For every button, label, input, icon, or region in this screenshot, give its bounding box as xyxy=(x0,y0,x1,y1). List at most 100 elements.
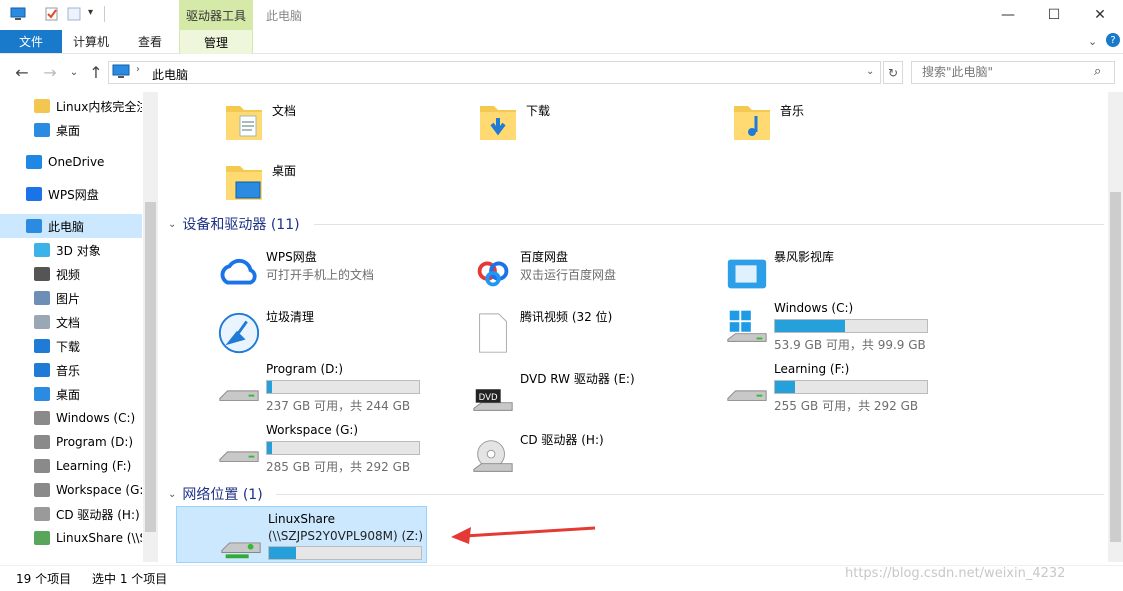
drive-tile[interactable]: Learning (F:) 255 GB 可用，共 292 GB xyxy=(724,360,974,416)
cleanup-broom-icon xyxy=(218,312,260,354)
folder-tile[interactable]: 音乐 xyxy=(730,100,980,156)
usage-bar-fill xyxy=(775,381,795,393)
divider xyxy=(104,6,105,22)
drive-icon xyxy=(34,435,50,449)
sidebar-item-label: Program (D:) xyxy=(56,435,134,449)
dvd-drive-icon: DVD xyxy=(473,389,513,411)
drive-subtitle: 285 GB 可用，共 292 GB xyxy=(266,460,411,474)
tab-computer[interactable]: 计算机 xyxy=(62,30,120,53)
tab-manage[interactable]: 管理 xyxy=(179,30,253,54)
navigation-pane[interactable]: Linux内核完全注桌面 OneDrive WPS网盘此电脑 3D 对象 视频 图片 文档下… xyxy=(0,92,158,562)
forward-button[interactable]: → xyxy=(40,62,60,82)
sidebar-item[interactable]: 图片 xyxy=(0,286,142,310)
folder-tile[interactable]: 文档 xyxy=(222,100,472,156)
usage-bar xyxy=(774,319,928,333)
drive-tile[interactable]: Program (D:) 237 GB 可用，共 244 GB xyxy=(216,360,466,416)
folder-icon xyxy=(34,99,50,113)
sidebar-item[interactable]: 音乐 xyxy=(0,358,142,382)
search-input[interactable]: 搜索"此电脑" xyxy=(911,61,1115,84)
sidebar-item[interactable]: Program (D:) xyxy=(0,430,142,454)
network-header-label: 网络位置 (1) xyxy=(182,487,263,503)
tab-file[interactable]: 文件 xyxy=(0,30,62,53)
sidebar-item[interactable]: Linux内核完全注 xyxy=(0,94,142,118)
close-button[interactable]: ✕ xyxy=(1077,0,1123,30)
sidebar-item[interactable]: 此电脑 xyxy=(0,214,142,238)
cd-drive-icon xyxy=(473,440,513,472)
devices-header-label: 设备和驱动器 (11) xyxy=(182,217,300,233)
sidebar-item[interactable]: 桌面 xyxy=(0,118,142,142)
content-scrollbar[interactable] xyxy=(1108,92,1123,562)
drive-tile[interactable]: CD 驱动器 (H:) xyxy=(470,429,720,485)
up-button[interactable]: ↑ xyxy=(86,62,106,82)
usage-bar-fill xyxy=(267,381,272,393)
recent-locations-icon[interactable]: ⌄ xyxy=(64,62,84,82)
network-group-header[interactable]: ⌄ 网络位置 (1) xyxy=(168,484,263,504)
annotation-arrow-icon xyxy=(451,526,596,544)
drive-tile[interactable]: WPS网盘 可打开手机上的文档 xyxy=(216,246,466,302)
sidebar-item[interactable]: 文档 xyxy=(0,310,142,334)
address-bar[interactable] xyxy=(108,61,881,84)
ribbon-expand-icon[interactable]: ⌄ xyxy=(1088,35,1097,48)
drive-tile[interactable]: 暴风影视库 xyxy=(724,246,974,302)
drive-tile[interactable]: 百度网盘 双击运行百度网盘 xyxy=(470,246,720,302)
drive-tile[interactable]: 腾讯视频 (32 位) xyxy=(470,306,720,362)
drive-name: WPS网盘 xyxy=(266,250,317,264)
sidebar-item-label: Linux内核完全注 xyxy=(56,99,142,114)
sidebar-item[interactable]: 3D 对象 xyxy=(0,238,142,262)
drive-icon xyxy=(34,483,50,497)
scrollbar-thumb[interactable] xyxy=(145,202,156,532)
devices-group-header[interactable]: ⌄ 设备和驱动器 (11) xyxy=(168,214,300,234)
scrollbar-thumb[interactable] xyxy=(1110,192,1121,542)
sidebar-item-label: Windows (C:) xyxy=(56,411,136,425)
computer-icon xyxy=(112,64,130,78)
drive-tile[interactable]: DVD DVD RW 驱动器 (E:) xyxy=(470,368,720,424)
sidebar-item-label: Learning (F:) xyxy=(56,459,132,473)
drive-subtitle: 53.9 GB 可用，共 99.9 GB xyxy=(774,338,926,352)
folder-name: 音乐 xyxy=(780,104,805,118)
sidebar-item[interactable]: 视频 xyxy=(0,262,142,286)
sidebar-item[interactable]: OneDrive xyxy=(0,150,142,174)
folder-tile[interactable]: 桌面 xyxy=(222,160,472,216)
help-icon[interactable]: ? xyxy=(1106,33,1120,47)
drive-tile[interactable]: 垃圾清理 xyxy=(216,306,466,362)
drive-name: 百度网盘 xyxy=(520,250,569,264)
computer-icon xyxy=(26,219,42,233)
properties-icon[interactable] xyxy=(44,7,60,21)
new-folder-icon[interactable] xyxy=(66,7,82,21)
folder-name: 文档 xyxy=(272,104,297,118)
sidebar-item[interactable]: Windows (C:) xyxy=(0,406,142,430)
sidebar-item[interactable]: 下载 xyxy=(0,334,142,358)
tab-view[interactable]: 查看 xyxy=(124,30,176,53)
sidebar-item[interactable]: LinuxShare (\\S xyxy=(0,526,142,550)
sidebar-item[interactable]: WPS网盘 xyxy=(0,182,142,206)
drive-name: Program (D:) xyxy=(266,362,344,376)
breadcrumb-separator-icon[interactable]: › xyxy=(136,64,140,75)
drive-tile[interactable]: Windows (C:) 53.9 GB 可用，共 99.9 GB xyxy=(724,299,974,355)
usage-bar xyxy=(266,441,420,455)
breadcrumb[interactable]: 此电脑 xyxy=(152,66,188,83)
minimize-button[interactable]: — xyxy=(985,0,1031,30)
sidebar-item-label: 下载 xyxy=(56,339,81,354)
sidebar-item[interactable]: Workspace (G: xyxy=(0,478,142,502)
usage-bar xyxy=(268,546,422,560)
sidebar-item[interactable]: 桌面 xyxy=(0,382,142,406)
usage-bar-fill xyxy=(269,547,297,559)
computer-icon[interactable] xyxy=(10,7,26,21)
address-dropdown-icon[interactable]: ⌄ xyxy=(866,66,874,77)
customize-qat-icon[interactable]: ▾ xyxy=(88,7,93,18)
drive-tile[interactable]: Workspace (G:) 285 GB 可用，共 292 GB xyxy=(216,421,466,477)
nav-scrollbar[interactable] xyxy=(143,92,158,562)
drive-name: Learning (F:) xyxy=(774,362,850,376)
blank-file-icon xyxy=(479,313,507,353)
network-drive-tile[interactable]: LinuxShare (\\SZJPS2Y0VPL908M) (Z:) xyxy=(218,510,468,566)
maximize-button[interactable]: ☐ xyxy=(1031,0,1077,30)
back-button[interactable]: ← xyxy=(12,62,32,82)
onedrive-icon xyxy=(26,155,42,169)
refresh-button[interactable]: ↻ xyxy=(883,61,903,84)
sidebar-item[interactable]: CD 驱动器 (H:) xyxy=(0,502,142,526)
cd-drive-icon xyxy=(34,507,50,521)
folder-tile[interactable]: 下载 xyxy=(476,100,726,156)
sidebar-item[interactable]: Learning (F:) xyxy=(0,454,142,478)
sidebar-item-label: LinuxShare (\\S xyxy=(56,531,142,545)
drive-icon xyxy=(727,390,767,401)
